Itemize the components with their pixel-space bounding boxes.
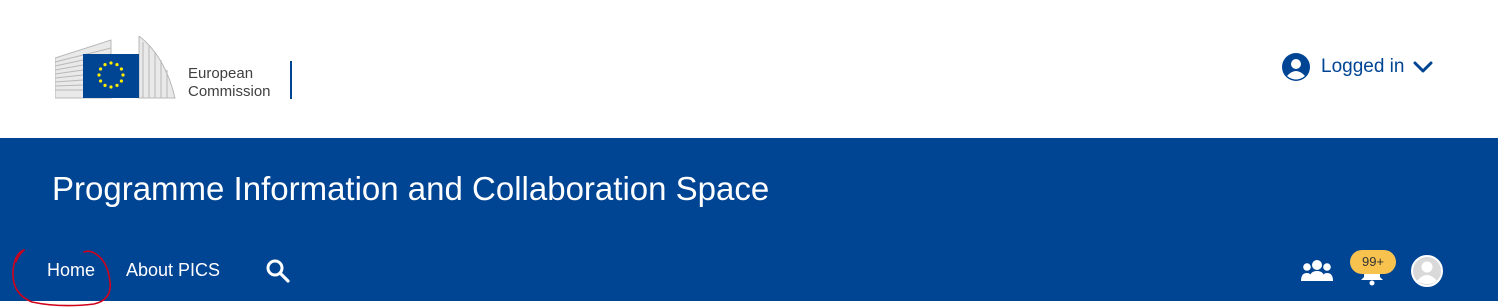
site-title: Programme Information and Collaboration … bbox=[52, 170, 770, 207]
notification-badge: 99+ bbox=[1350, 250, 1396, 274]
page: European Commission Logged in Programme … bbox=[0, 0, 1498, 308]
eu-flag-icon bbox=[83, 54, 139, 98]
logo-line-commission: Commission bbox=[188, 83, 271, 100]
group-icon[interactable] bbox=[1301, 257, 1333, 283]
top-header: European Commission Logged in bbox=[0, 0, 1498, 138]
logo-line-european: European bbox=[188, 65, 254, 82]
nav-item-about-pics[interactable]: About PICS bbox=[126, 258, 220, 282]
chevron-down-icon bbox=[1413, 61, 1433, 73]
user-circle-icon bbox=[1282, 53, 1310, 81]
login-label: Logged in bbox=[1321, 56, 1405, 77]
logo-text: European Commission bbox=[188, 65, 271, 101]
search-icon[interactable] bbox=[265, 258, 291, 284]
nav-item-home[interactable]: Home bbox=[47, 258, 95, 282]
avatar-icon[interactable] bbox=[1411, 255, 1443, 287]
logo-divider bbox=[290, 61, 292, 99]
site-banner bbox=[0, 138, 1498, 301]
login-menu-button[interactable]: Logged in bbox=[1282, 52, 1433, 82]
